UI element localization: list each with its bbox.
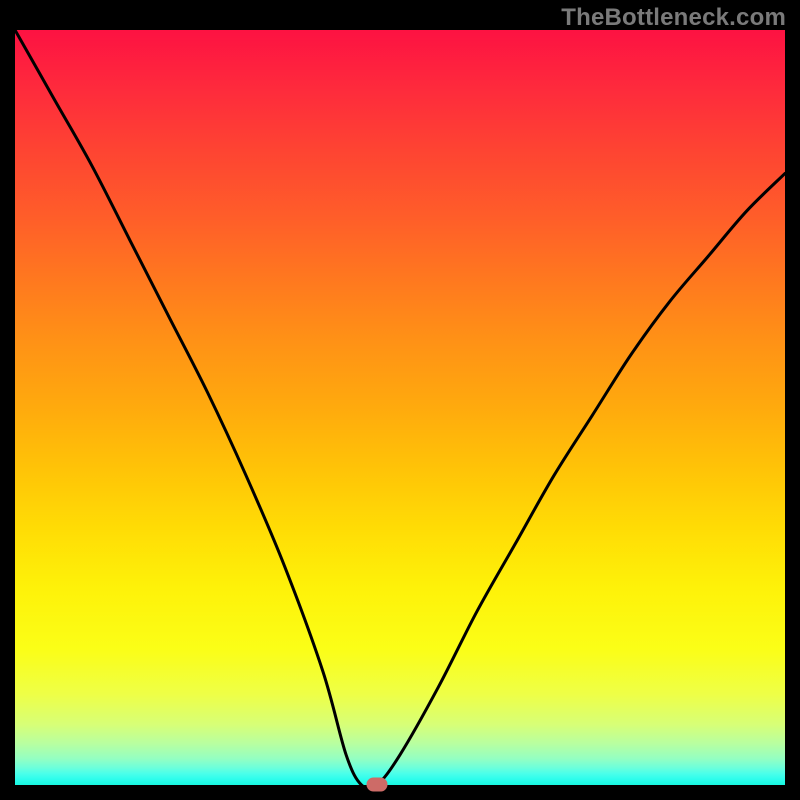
chart-frame: TheBottleneck.com bbox=[0, 0, 800, 800]
minimum-marker bbox=[367, 778, 387, 791]
curve-path bbox=[15, 30, 785, 789]
bottleneck-curve bbox=[15, 30, 785, 785]
attribution-label: TheBottleneck.com bbox=[561, 4, 786, 32]
plot-area bbox=[15, 30, 785, 785]
